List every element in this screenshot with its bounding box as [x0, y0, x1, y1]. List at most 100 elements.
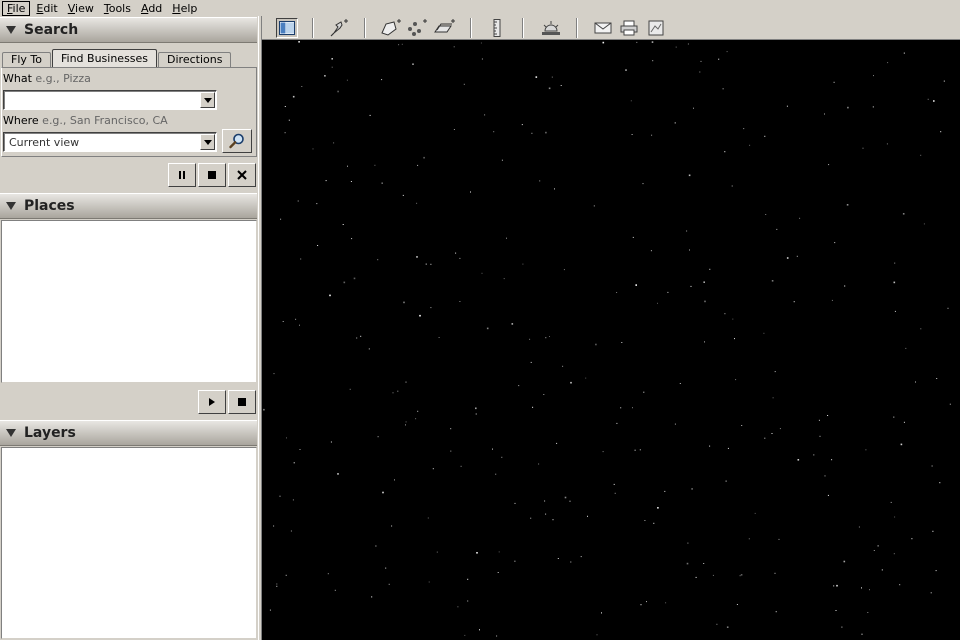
search-panel-header[interactable]: Search — [0, 17, 257, 43]
menu-file[interactable]: File — [2, 0, 31, 16]
add-polygon-button[interactable] — [380, 18, 402, 38]
tab-directions[interactable]: Directions — [158, 52, 232, 68]
layers-panel-title: Layers — [24, 425, 76, 441]
star — [549, 336, 550, 337]
star — [933, 100, 935, 102]
menu-view[interactable]: View — [64, 1, 98, 16]
tab-fly-to[interactable]: Fly To — [2, 52, 51, 68]
star — [292, 499, 294, 501]
sidebar: Search Fly To Find Businesses Directions… — [0, 16, 258, 640]
stop-search-button[interactable] — [198, 163, 226, 187]
google-maps-button[interactable] — [645, 18, 667, 38]
star — [430, 263, 432, 265]
star — [936, 378, 938, 379]
star — [403, 301, 405, 304]
star — [416, 256, 418, 258]
star — [569, 500, 571, 502]
star — [754, 512, 756, 514]
star — [353, 277, 356, 280]
layers-panel-header[interactable]: Layers — [0, 420, 257, 446]
toolbar-separator — [364, 18, 366, 38]
email-button[interactable] — [592, 18, 614, 38]
star — [665, 602, 667, 604]
star — [813, 454, 815, 456]
star — [894, 516, 896, 518]
star — [337, 90, 339, 93]
star — [450, 428, 452, 430]
star — [887, 62, 889, 64]
star — [632, 236, 634, 238]
layers-list[interactable] — [1, 447, 257, 639]
add-image-overlay-button[interactable] — [434, 18, 456, 38]
clear-search-button[interactable] — [228, 163, 256, 187]
add-placemark-icon — [330, 19, 348, 37]
star — [470, 191, 471, 193]
star — [334, 589, 336, 591]
tab-find-businesses[interactable]: Find Businesses — [51, 49, 158, 68]
search-button[interactable] — [222, 129, 252, 153]
star — [484, 114, 486, 116]
add-path-icon — [408, 19, 427, 36]
sunlight-icon — [542, 21, 560, 35]
star — [818, 419, 820, 421]
star — [620, 407, 622, 409]
star — [316, 203, 318, 205]
stop-tour-button[interactable] — [228, 390, 256, 414]
star — [824, 113, 825, 115]
search-tabs: Fly To Find Businesses Directions — [2, 49, 232, 68]
star — [405, 424, 406, 426]
star — [276, 583, 278, 585]
menu-edit[interactable]: Edit — [32, 1, 61, 16]
star — [514, 560, 516, 562]
star — [596, 634, 598, 636]
star — [545, 131, 547, 134]
star — [703, 563, 705, 564]
star — [552, 519, 554, 521]
star — [703, 281, 705, 283]
add-placemark-button[interactable] — [328, 18, 350, 38]
star — [731, 185, 733, 187]
earth-viewport[interactable] — [262, 40, 960, 640]
star — [402, 194, 404, 196]
menu-tools[interactable]: Tools — [100, 1, 135, 16]
star — [616, 292, 618, 293]
print-button[interactable] — [618, 18, 640, 38]
play-tour-button[interactable] — [198, 390, 226, 414]
star — [377, 436, 379, 438]
where-label: Where e.g., San Francisco, CA — [3, 114, 168, 127]
star — [280, 218, 282, 220]
star — [464, 634, 466, 636]
star — [709, 268, 711, 270]
sidebar-toggle-button[interactable] — [276, 18, 298, 38]
star — [819, 435, 821, 437]
collapse-triangle-icon[interactable] — [6, 26, 16, 34]
star — [428, 581, 430, 583]
collapse-triangle-icon[interactable] — [6, 202, 16, 210]
menu-help[interactable]: Help — [168, 1, 201, 16]
play-icon — [209, 398, 215, 406]
where-input[interactable]: Current view — [4, 136, 200, 149]
what-combobox[interactable] — [3, 90, 217, 110]
star — [776, 228, 778, 230]
ruler-button[interactable] — [486, 18, 508, 38]
places-list[interactable] — [1, 220, 257, 383]
add-path-button[interactable] — [406, 18, 428, 38]
star — [679, 383, 681, 384]
sunlight-button[interactable] — [540, 18, 562, 38]
star — [312, 148, 314, 150]
star — [557, 558, 559, 559]
star — [722, 88, 724, 90]
chevron-down-icon[interactable] — [200, 92, 215, 108]
chevron-down-icon[interactable] — [200, 134, 215, 150]
stop-icon — [208, 171, 216, 179]
pause-button[interactable] — [168, 163, 196, 187]
collapse-triangle-icon[interactable] — [6, 429, 16, 437]
where-combobox[interactable]: Current view — [3, 132, 217, 152]
places-panel-header[interactable]: Places — [0, 193, 257, 219]
menu-add[interactable]: Add — [137, 1, 166, 16]
star — [521, 124, 523, 126]
star — [460, 465, 462, 467]
star — [530, 361, 532, 363]
star — [467, 578, 469, 580]
star — [772, 397, 774, 399]
